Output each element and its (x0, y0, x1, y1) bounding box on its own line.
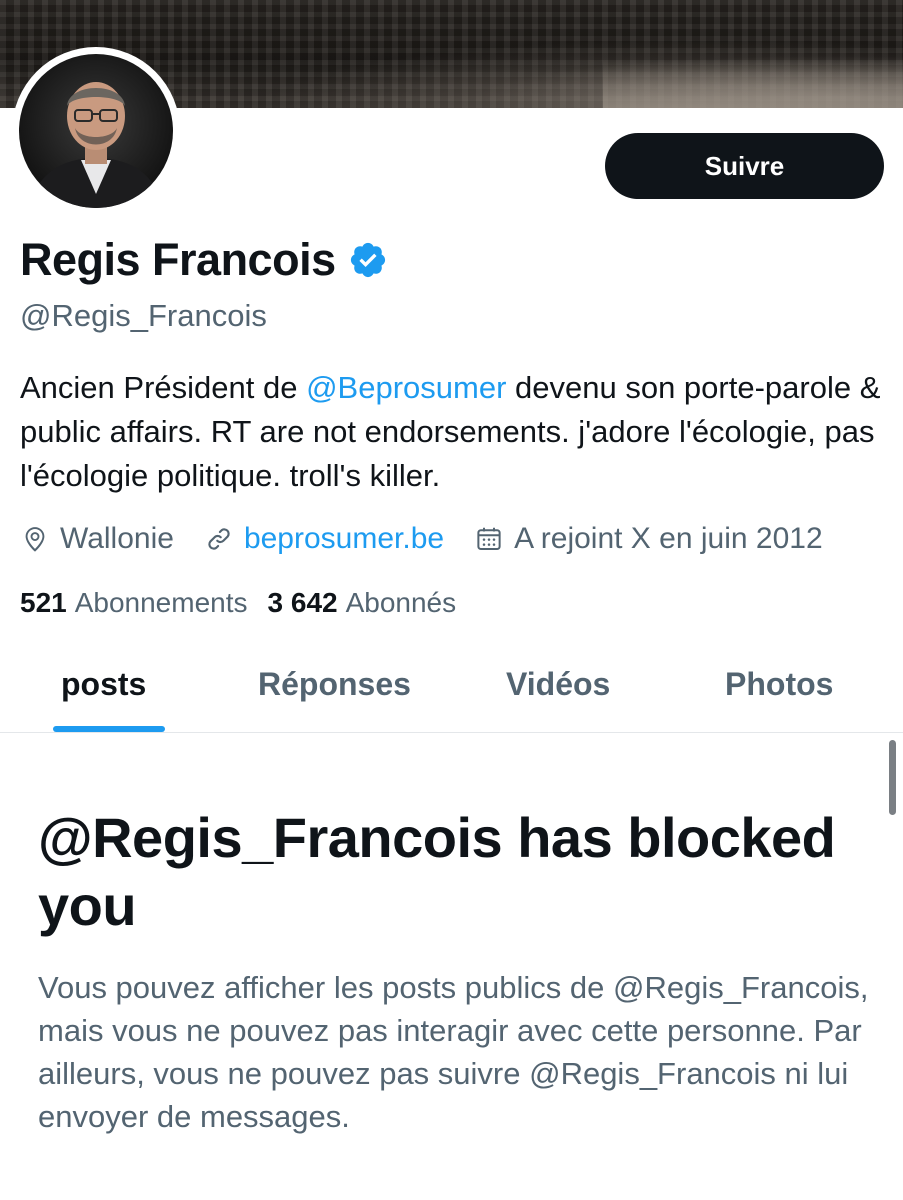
website-item[interactable]: beprosumer.be (204, 522, 444, 556)
profile-meta-row: Wallonie beprosumer.be A rejoint X en ju… (20, 522, 823, 556)
blocked-title: @Regis_Francois has blocked you (38, 806, 836, 937)
verified-badge-icon[interactable] (348, 240, 388, 280)
followers-count: 3 642 (267, 587, 338, 618)
tab-replies[interactable]: Réponses (258, 666, 411, 703)
banner-stage-area (603, 60, 903, 108)
tab-posts[interactable]: posts (61, 666, 146, 703)
avatar-image (19, 54, 173, 208)
bio-text-start: Ancien Président de (20, 370, 307, 405)
profile-handle: @Regis_Francois (20, 298, 267, 333)
display-name: Regis Francois (20, 234, 336, 285)
link-icon (208, 528, 230, 550)
tab-photos[interactable]: Photos (725, 666, 833, 703)
followers-label: Abonnés (345, 587, 457, 618)
follow-button[interactable]: Suivre (605, 133, 884, 199)
scrollbar[interactable] (889, 740, 896, 815)
avatar[interactable] (12, 47, 180, 215)
profile-bio: Ancien Président de @Beprosumer devenu s… (20, 366, 890, 498)
website-link[interactable]: beprosumer.be (244, 522, 444, 556)
profile-name-row: Regis Francois (20, 234, 388, 286)
joined-date-text: A rejoint X en juin 2012 (514, 522, 823, 555)
bio-mention-link[interactable]: @Beprosumer (306, 370, 506, 405)
blocked-description: Vous pouvez afficher les posts publics d… (38, 970, 869, 1134)
profile-stats-row: 521 Abonnements 3 642 Abonnés (20, 587, 476, 619)
calendar-icon (477, 527, 501, 550)
followers-stat[interactable]: 3 642 Abonnés (268, 587, 457, 619)
location-pin-icon (25, 527, 45, 552)
joined-item: A rejoint X en juin 2012 (474, 522, 823, 556)
tab-videos[interactable]: Vidéos (506, 666, 610, 703)
profile-tabs: posts Réponses Vidéos Photos (0, 640, 903, 733)
following-label: Abonnements (74, 587, 248, 618)
following-count: 521 (20, 587, 67, 618)
location-item: Wallonie (20, 522, 174, 556)
active-tab-indicator (53, 726, 165, 732)
location-text: Wallonie (60, 522, 174, 555)
following-stat[interactable]: 521 Abonnements (20, 587, 248, 619)
